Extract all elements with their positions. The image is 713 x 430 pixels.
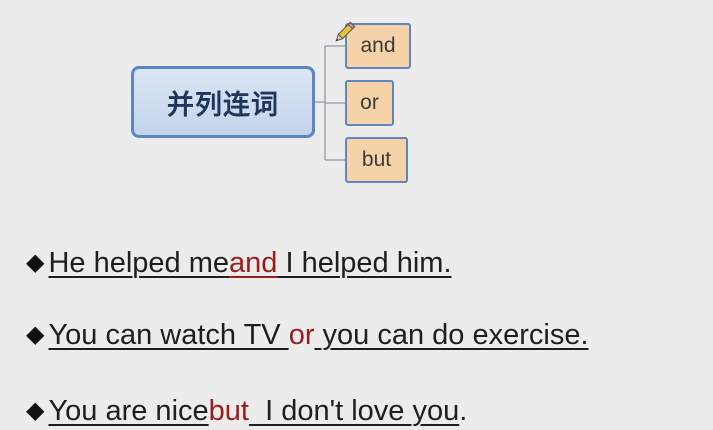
sentence-3-end: . xyxy=(459,395,468,427)
sentence-1-clause-2: I helped him. xyxy=(277,247,452,279)
sentence-3: ◆ You are nice but I don't love you. xyxy=(26,388,467,428)
diamond-bullet-icon: ◆ xyxy=(26,321,45,348)
sentence-2-conjunction: or xyxy=(288,319,315,351)
diamond-bullet-icon: ◆ xyxy=(26,249,45,276)
diamond-bullet-icon: ◆ xyxy=(26,397,45,424)
sentence-2: ◆ You can watch TV or you can do exercis… xyxy=(26,312,589,352)
sentence-2-clause-2: you can do exercise. xyxy=(314,319,589,351)
child-node-but: but xyxy=(345,137,408,183)
sentence-1-conjunction: and xyxy=(229,247,278,279)
sentence-1: ◆ He helped me and I helped him. xyxy=(26,240,452,280)
sentence-3-clause-2: I don't love you xyxy=(248,395,460,427)
child-node-or: or xyxy=(345,80,394,126)
sentence-3-conjunction: but xyxy=(208,395,249,427)
sentence-2-clause-1: You can watch TV xyxy=(48,319,289,351)
sentence-1-clause-1: He helped me xyxy=(48,247,230,279)
root-node: 并列连词 xyxy=(131,66,315,138)
pencil-icon xyxy=(335,21,356,42)
sentence-3-clause-1: You are nice xyxy=(48,395,209,427)
mind-map: 并列连词 and or but xyxy=(0,0,713,200)
